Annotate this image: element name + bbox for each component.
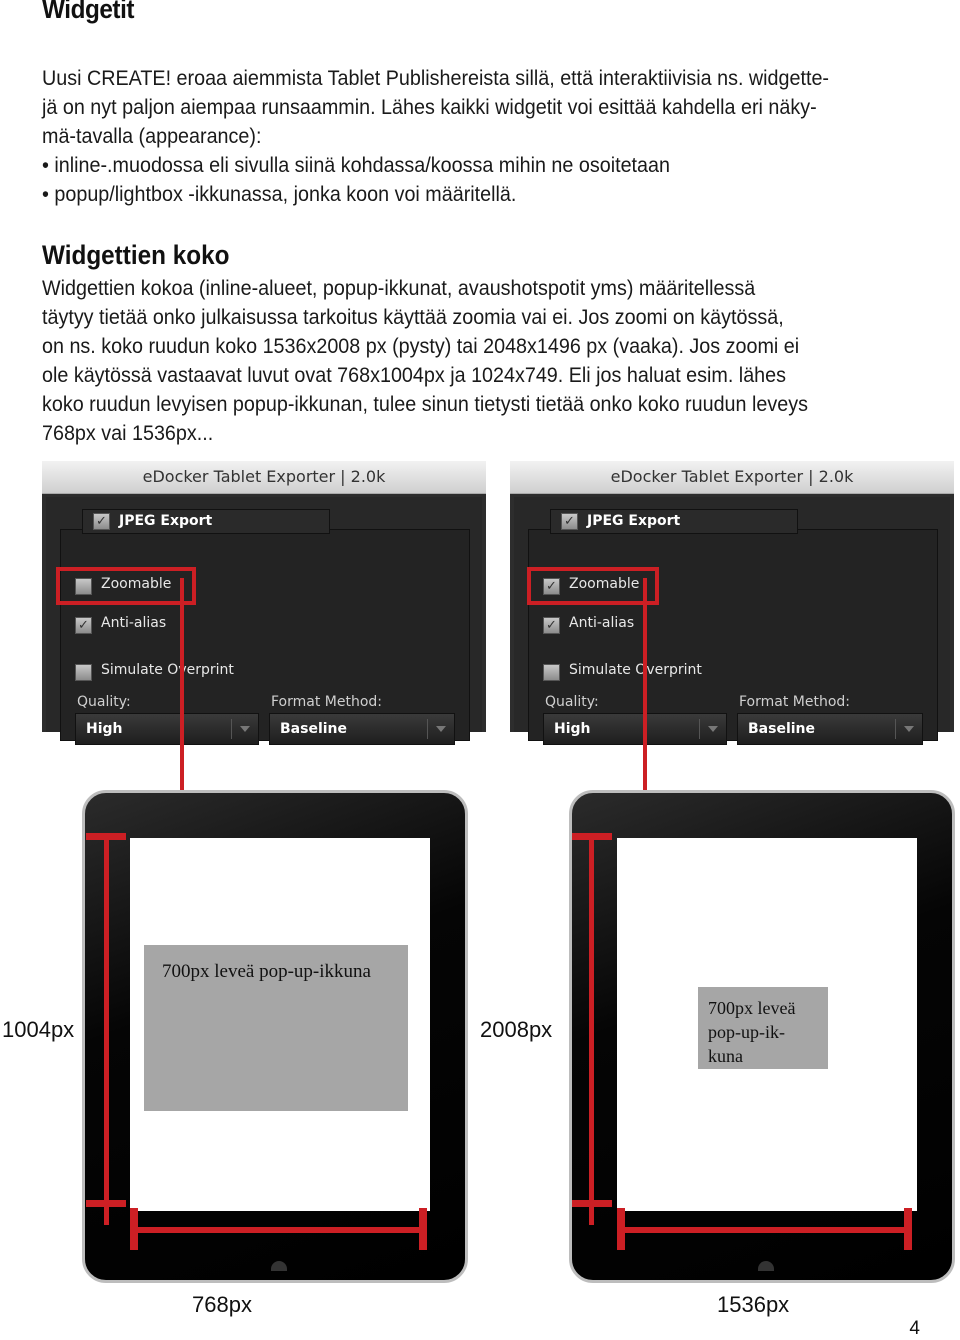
page-heading: Widgetit: [42, 0, 135, 24]
width-label: 768px: [192, 1292, 252, 1317]
overprint-checkbox[interactable]: [543, 664, 560, 681]
chevron-down-icon: [240, 726, 250, 732]
select-separator: [895, 719, 896, 739]
quality-label: Quality:: [545, 694, 599, 710]
popup-label-line: 700px leveä: [708, 998, 796, 1018]
width-dimension-cap: [130, 1208, 138, 1250]
height-dimension-cap: [572, 1200, 612, 1207]
popup-label-line: kuna: [708, 1046, 743, 1066]
size-paragraph: Widgettien kokoa (inline-alueet, popup-i…: [42, 274, 942, 448]
bullet-popup: • popup/lightbox -ikkunassa, jonka koon …: [42, 183, 517, 206]
jpeg-export-label: JPEG Export: [119, 513, 213, 529]
intro-line: mä-tavalla (appearance):: [42, 125, 262, 148]
size-line: 768px vai 1536px...: [42, 422, 214, 445]
chevron-down-icon: [904, 726, 914, 732]
antialias-label: Anti-alias: [569, 615, 635, 631]
chevron-down-icon: [436, 726, 446, 732]
height-dimension-bar: [104, 835, 109, 1225]
bullet-inline: • inline-.muodossa eli sivulla siinä koh…: [42, 154, 670, 177]
jpeg-export-tab[interactable]: ✓ JPEG Export: [82, 509, 330, 534]
overprint-label: Simulate Overprint: [101, 662, 234, 678]
width-dimension-bar: [617, 1227, 911, 1233]
antialias-label: Anti-alias: [101, 615, 167, 631]
chevron-down-icon: [708, 726, 718, 732]
antialias-checkbox[interactable]: ✓: [543, 617, 560, 634]
height-dimension-cap: [86, 833, 126, 840]
panel-body: Zoomable ✓ Anti-alias Simulate Overprint…: [46, 497, 482, 745]
popup-label-line: pop-up-ik-: [708, 1022, 785, 1042]
overprint-label: Simulate Overprint: [569, 662, 702, 678]
select-separator: [699, 719, 700, 739]
format-method-label: Format Method:: [739, 694, 851, 710]
select-separator: [231, 719, 232, 739]
height-dimension-bar: [589, 835, 594, 1225]
page-number: 4: [909, 1318, 920, 1339]
size-line: koko ruudun levyisen popup-ikkunan, tule…: [42, 393, 808, 416]
format-method-value: Baseline: [748, 721, 816, 737]
select-separator: [427, 719, 428, 739]
width-dimension-cap: [904, 1208, 912, 1250]
intro-paragraph: Uusi CREATE! eroaa aiemmista Tablet Publ…: [42, 64, 942, 209]
size-line: ole käytössä vastaavat luvut ovat 768x10…: [42, 364, 787, 387]
panel-title: eDocker Tablet Exporter | 2.0k: [42, 461, 486, 494]
format-method-select[interactable]: Baseline: [737, 713, 923, 745]
size-line: täytyy tietää onko julkaisussa tarkoitus…: [42, 306, 784, 329]
height-label: 1004px: [2, 1017, 75, 1042]
overprint-checkbox[interactable]: [75, 664, 92, 681]
quality-select[interactable]: High: [75, 713, 259, 745]
size-line: on ns. koko ruudun koko 1536x2008 px (py…: [42, 335, 800, 358]
quality-label: Quality:: [77, 694, 131, 710]
home-button-icon: [271, 1261, 287, 1271]
panel-body: ✓ Zoomable ✓ Anti-alias Simulate Overpri…: [514, 497, 950, 745]
popup-label: 700px leveä pop-up-ikkuna: [162, 961, 371, 982]
height-dimension-cap: [572, 833, 612, 840]
width-dimension-cap: [617, 1208, 625, 1250]
quality-select[interactable]: High: [543, 713, 727, 745]
home-button-icon: [758, 1261, 774, 1271]
format-method-select[interactable]: Baseline: [269, 713, 455, 745]
popup-window-700px: 700px leveä pop-up-ikkuna: [144, 945, 408, 1111]
width-dimension-bar: [130, 1227, 426, 1233]
width-label: 1536px: [717, 1292, 790, 1317]
antialias-checkbox[interactable]: ✓: [75, 617, 92, 634]
jpeg-export-tab[interactable]: ✓ JPEG Export: [550, 509, 798, 534]
jpeg-export-checkbox[interactable]: ✓: [561, 513, 578, 530]
jpeg-export-checkbox[interactable]: ✓: [93, 513, 110, 530]
exporter-panel-no-zoom: eDocker Tablet Exporter | 2.0k Zoomable …: [42, 461, 486, 745]
format-method-label: Format Method:: [271, 694, 383, 710]
section-heading: Widgettien koko: [42, 240, 230, 270]
width-dimension-cap: [419, 1208, 427, 1250]
quality-value: High: [554, 721, 591, 737]
intro-line: Uusi CREATE! eroaa aiemmista Tablet Publ…: [42, 67, 830, 90]
jpeg-export-group: Zoomable ✓ Anti-alias Simulate Overprint…: [60, 529, 470, 745]
zoomable-highlight: [527, 567, 659, 605]
panel-title: eDocker Tablet Exporter | 2.0k: [510, 461, 954, 494]
height-dimension-cap: [86, 1200, 126, 1207]
zoomable-highlight: [56, 567, 196, 605]
size-line: Widgettien kokoa (inline-alueet, popup-i…: [42, 277, 756, 300]
exporter-panel-zoom: eDocker Tablet Exporter | 2.0k ✓ Zoomabl…: [510, 461, 954, 745]
format-method-value: Baseline: [280, 721, 348, 737]
jpeg-export-group: ✓ Zoomable ✓ Anti-alias Simulate Overpri…: [528, 529, 938, 745]
height-label: 2008px: [480, 1017, 553, 1042]
popup-window-700px: 700px leveä pop-up-ik- kuna: [698, 987, 828, 1069]
jpeg-export-label: JPEG Export: [587, 513, 681, 529]
intro-line: jä on nyt paljon aiempaa runsaammin. Läh…: [42, 96, 817, 119]
quality-value: High: [86, 721, 123, 737]
popup-label: 700px leveä pop-up-ik- kuna: [708, 996, 795, 1068]
